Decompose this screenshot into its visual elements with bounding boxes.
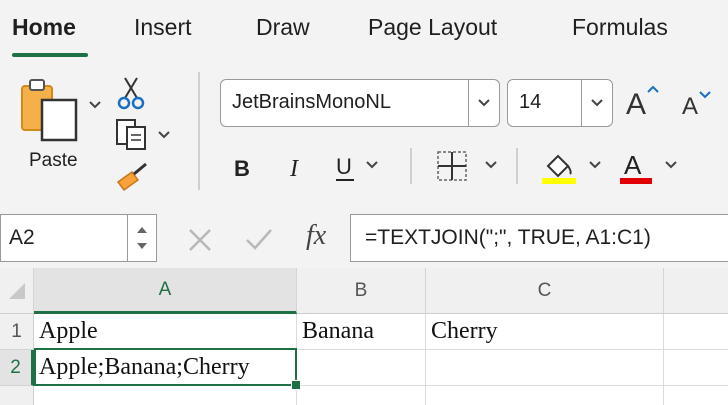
scissors-icon[interactable] <box>117 76 145 110</box>
cell-a1[interactable]: Apple <box>34 314 297 350</box>
up-down-arrows-icon <box>137 227 147 249</box>
tab-formulas[interactable]: Formulas <box>572 14 668 41</box>
tab-draw[interactable]: Draw <box>256 14 310 41</box>
underline-icon[interactable]: U <box>334 150 358 182</box>
active-tab-indicator <box>12 53 88 57</box>
cell-c2[interactable] <box>426 350 664 386</box>
cell-c3[interactable] <box>426 386 664 405</box>
tab-insert[interactable]: Insert <box>134 14 192 41</box>
svg-text:B: B <box>234 156 250 180</box>
cancel-x-icon[interactable] <box>186 226 214 254</box>
cell-b3[interactable] <box>297 386 426 405</box>
cell-d1[interactable] <box>664 314 728 350</box>
column-header-next[interactable] <box>664 268 728 314</box>
format-painter-icon[interactable] <box>114 162 150 194</box>
copy-icon[interactable] <box>115 118 149 152</box>
ribbon-divider <box>198 72 200 190</box>
font-color-chevron-down-icon[interactable] <box>664 160 678 170</box>
select-all-triangle-icon <box>8 282 25 299</box>
borders-chevron-down-icon[interactable] <box>484 160 498 170</box>
tab-home[interactable]: Home <box>12 14 76 41</box>
bold-icon[interactable]: B <box>232 152 254 180</box>
fill-color-icon[interactable] <box>540 150 578 186</box>
column-header-b[interactable]: B <box>297 268 426 314</box>
name-box-spinner[interactable] <box>127 215 156 261</box>
borders-icon[interactable] <box>436 150 470 184</box>
ribbon-divider <box>410 148 412 184</box>
svg-text:A: A <box>682 93 698 120</box>
fill-handle[interactable] <box>291 380 301 390</box>
enter-check-icon[interactable] <box>244 226 274 254</box>
font-name-value: JetBrainsMonoNL <box>232 91 391 113</box>
row-header-1[interactable]: 1 <box>0 314 34 350</box>
row-header-3[interactable] <box>0 386 34 405</box>
svg-text:A: A <box>626 88 646 120</box>
clipboard-icon <box>21 79 78 142</box>
active-cell-border <box>34 348 297 386</box>
formula-input[interactable]: =TEXTJOIN(";", TRUE, A1:C1) <box>350 214 728 262</box>
svg-text:I: I <box>289 156 299 180</box>
paste-chevron-down-icon[interactable] <box>88 100 102 110</box>
fill-color-chevron-down-icon[interactable] <box>588 160 602 170</box>
font-size-chevron-down-icon[interactable] <box>581 80 612 126</box>
paste-button[interactable] <box>18 78 78 144</box>
row-header-2[interactable]: 2 <box>0 350 34 386</box>
cell-b2[interactable] <box>297 350 426 386</box>
paste-label: Paste <box>29 150 78 171</box>
decrease-font-size-icon[interactable]: A <box>680 88 714 120</box>
name-box[interactable]: A2 <box>0 214 157 262</box>
copy-chevron-down-icon[interactable] <box>157 130 171 140</box>
underline-chevron-down-icon[interactable] <box>365 160 379 170</box>
italic-icon[interactable]: I <box>286 152 306 180</box>
font-name-chevron-down-icon[interactable] <box>468 80 499 126</box>
column-header-a[interactable]: A <box>34 268 297 314</box>
cell-c1[interactable]: Cherry <box>426 314 664 350</box>
ribbon-divider <box>516 148 518 184</box>
font-color-icon[interactable]: A <box>618 148 656 186</box>
column-header-c[interactable]: C <box>426 268 664 314</box>
svg-text:A: A <box>624 150 642 180</box>
cell-d2[interactable] <box>664 350 728 386</box>
font-name-select[interactable]: JetBrainsMonoNL <box>220 79 500 127</box>
increase-font-size-icon[interactable]: A <box>624 84 662 120</box>
font-size-select[interactable]: 14 <box>507 79 613 127</box>
cell-a3[interactable] <box>34 386 297 405</box>
select-all-corner[interactable] <box>0 268 34 314</box>
font-size-value: 14 <box>519 91 542 113</box>
svg-text:U: U <box>336 154 352 179</box>
name-box-value: A2 <box>9 226 35 249</box>
tab-page-layout[interactable]: Page Layout <box>368 14 497 41</box>
cell-b1[interactable]: Banana <box>297 314 426 350</box>
insert-function-button[interactable]: fx <box>306 220 326 252</box>
formula-text: =TEXTJOIN(";", TRUE, A1:C1) <box>365 226 651 249</box>
